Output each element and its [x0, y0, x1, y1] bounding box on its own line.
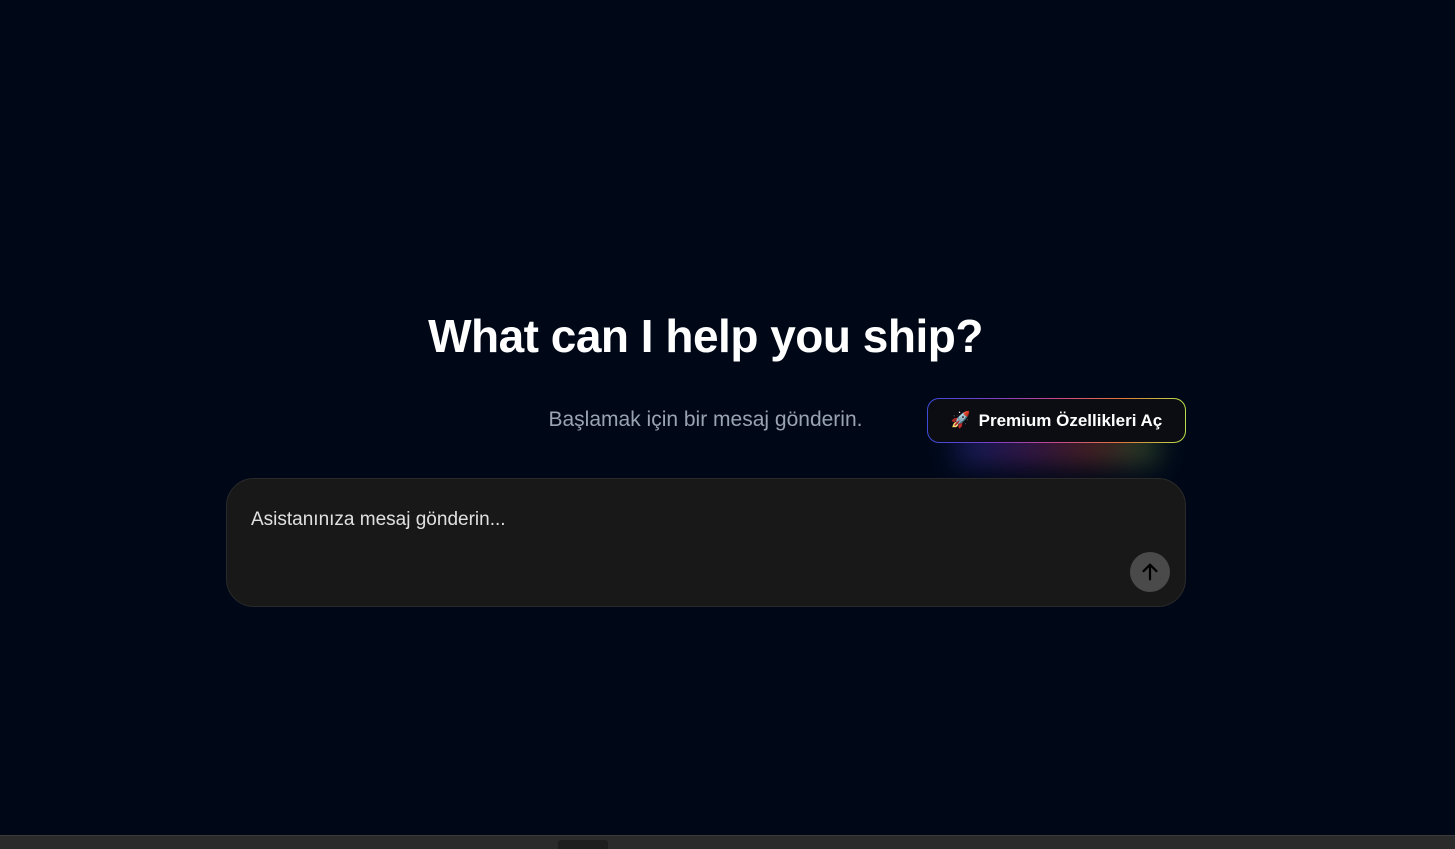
premium-button-content: 🚀 Premium Özellikleri Aç: [928, 399, 1185, 442]
premium-button-wrapper: 🚀 Premium Özellikleri Aç: [927, 398, 1186, 464]
premium-features-button[interactable]: 🚀 Premium Özellikleri Aç: [927, 398, 1186, 443]
bottom-bar-handle[interactable]: [558, 840, 608, 849]
send-button[interactable]: [1130, 552, 1170, 592]
chat-message-input[interactable]: [251, 505, 1111, 535]
premium-button-label: Premium Özellikleri Aç: [978, 410, 1163, 430]
rocket-icon: 🚀: [950, 411, 971, 429]
page-title: What can I help you ship?: [428, 310, 983, 362]
chat-input-container: [226, 478, 1186, 607]
subtitle-text: Başlamak için bir mesaj gönderin.: [548, 408, 863, 431]
arrow-up-icon: [1142, 563, 1158, 581]
bottom-bar: [0, 835, 1455, 849]
page: What can I help you ship? Başlamak için …: [0, 0, 1455, 849]
